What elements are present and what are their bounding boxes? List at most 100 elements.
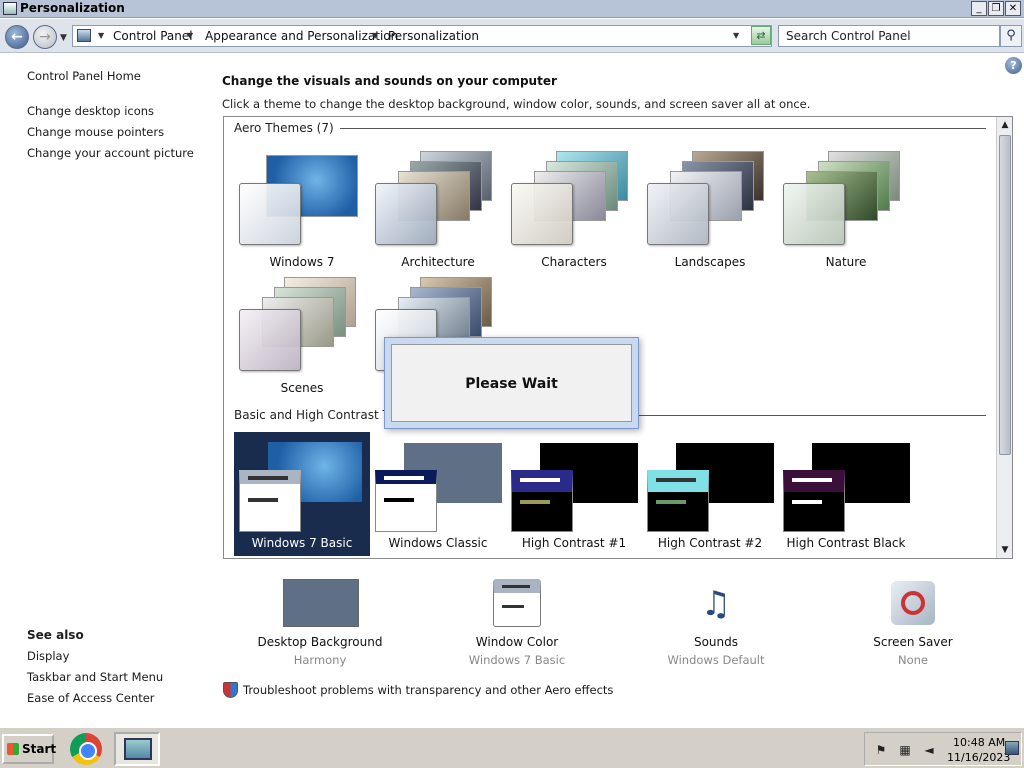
change-mouse-pointers-link[interactable]: Change mouse pointers bbox=[27, 125, 164, 139]
theme-windows-7-basic[interactable]: Windows 7 Basic bbox=[234, 432, 370, 556]
theme-characters[interactable]: Characters bbox=[506, 151, 642, 275]
search-input[interactable]: Search Control Panel bbox=[778, 25, 1000, 47]
show-desktop-button[interactable] bbox=[1005, 741, 1019, 755]
close-button[interactable]: ✕ bbox=[1005, 1, 1021, 16]
address-dropdown-icon[interactable]: ▼ bbox=[733, 31, 739, 40]
page-title: Change the visuals and sounds on your co… bbox=[222, 74, 557, 88]
window-color-option[interactable]: Window Color Windows 7 Basic bbox=[432, 577, 602, 673]
group-divider bbox=[324, 128, 986, 129]
taskbar-start-menu-link[interactable]: Taskbar and Start Menu bbox=[27, 670, 163, 684]
swatch-bar bbox=[384, 476, 424, 480]
taskbar: Start ⚑ ▦ ◄ 10:48 AM 11/16/2023 bbox=[0, 726, 1024, 768]
refresh-button[interactable]: ⇄ bbox=[751, 26, 771, 45]
sounds-option[interactable]: ♫ Sounds Windows Default bbox=[631, 577, 801, 673]
change-desktop-icons-link[interactable]: Change desktop icons bbox=[27, 104, 154, 118]
swatch-bar bbox=[520, 500, 550, 504]
scroll-up-icon[interactable]: ▲ bbox=[997, 117, 1012, 133]
theme-high-contrast-black[interactable]: High Contrast Black bbox=[778, 432, 914, 556]
chrome-icon[interactable] bbox=[70, 733, 102, 765]
scroll-down-icon[interactable]: ▼ bbox=[997, 542, 1012, 558]
option-label: Sounds bbox=[693, 635, 739, 649]
search-button[interactable]: ⚲ bbox=[1000, 25, 1022, 47]
theme-nature[interactable]: Nature bbox=[778, 151, 914, 275]
theme-glass-swatch bbox=[647, 183, 709, 245]
theme-architecture[interactable]: Architecture bbox=[370, 151, 506, 275]
theme-window-swatch bbox=[783, 470, 845, 532]
control-panel-icon bbox=[77, 29, 91, 42]
troubleshoot-aero-link[interactable]: Troubleshoot problems with transparency … bbox=[243, 683, 613, 697]
screen-saver-icon bbox=[891, 581, 935, 625]
theme-high-contrast-2[interactable]: High Contrast #2 bbox=[642, 432, 778, 556]
theme-windows-7[interactable]: Windows 7 bbox=[234, 151, 370, 275]
chevron-down-icon[interactable]: ▼ bbox=[372, 31, 378, 40]
forward-arrow-icon: → bbox=[39, 29, 51, 45]
theme-label: Windows 7 Basic bbox=[251, 536, 353, 550]
minimize-button[interactable]: _ bbox=[971, 1, 987, 16]
address-bar[interactable]: ▼ Control Panel ▼ Appearance and Persona… bbox=[72, 25, 772, 47]
theme-windows-classic[interactable]: Windows Classic bbox=[370, 432, 506, 556]
recent-pages-dropdown[interactable]: ▼ bbox=[60, 33, 67, 43]
option-value: Windows 7 Basic bbox=[468, 653, 566, 667]
taskbar-control-panel[interactable] bbox=[114, 732, 160, 766]
swatch-bar bbox=[792, 478, 832, 482]
restore-button[interactable]: ❐ bbox=[988, 1, 1004, 16]
network-icon[interactable]: ▦ bbox=[897, 742, 913, 758]
swatch-bar bbox=[656, 478, 696, 482]
theme-label: Architecture bbox=[401, 255, 475, 269]
display-link[interactable]: Display bbox=[27, 649, 69, 663]
theme-glass-swatch bbox=[239, 183, 301, 245]
swatch-bar bbox=[248, 476, 288, 480]
swatch-bar bbox=[248, 498, 278, 502]
ease-of-access-link[interactable]: Ease of Access Center bbox=[27, 691, 155, 705]
please-wait-dialog: Please Wait bbox=[384, 337, 639, 429]
breadcrumb-control-panel[interactable]: Control Panel bbox=[113, 29, 193, 43]
desktop-background-option[interactable]: Desktop Background Harmony bbox=[235, 577, 405, 673]
control-panel-home-link[interactable]: Control Panel Home bbox=[27, 69, 141, 83]
back-arrow-icon: ← bbox=[11, 29, 23, 45]
clock-date[interactable]: 11/16/2023 bbox=[947, 751, 1010, 764]
option-label: Screen Saver bbox=[873, 635, 953, 649]
theme-label: Windows 7 bbox=[269, 255, 335, 269]
theme-glass-swatch bbox=[783, 183, 845, 245]
swatch-bar bbox=[656, 500, 686, 504]
breadcrumb-appearance[interactable]: Appearance and Personalization bbox=[205, 29, 398, 43]
sounds-icon: ♫ bbox=[700, 584, 732, 624]
screen-saver-option[interactable]: Screen Saver None bbox=[828, 577, 998, 673]
speaker-icon[interactable]: ◄ bbox=[921, 742, 937, 758]
theme-window-swatch bbox=[239, 470, 301, 532]
title-bar: Personalization _ ❐ ✕ bbox=[0, 0, 1024, 18]
theme-window-swatch bbox=[511, 470, 573, 532]
theme-glass-swatch bbox=[511, 183, 573, 245]
theme-label: Landscapes bbox=[674, 255, 746, 269]
theme-high-contrast-1[interactable]: High Contrast #1 bbox=[506, 432, 642, 556]
back-button[interactable]: ← bbox=[5, 25, 29, 49]
theme-label: Windows Classic bbox=[388, 536, 488, 550]
see-also-heading: See also bbox=[27, 628, 84, 642]
navigation-bar: ← → ▼ ▼ Control Panel ▼ Appearance and P… bbox=[0, 19, 1024, 53]
swatch-bar bbox=[502, 605, 524, 608]
option-value: Windows Default bbox=[667, 653, 765, 667]
swatch-bar bbox=[792, 500, 822, 504]
window-title: Personalization bbox=[20, 1, 125, 15]
shield-icon bbox=[223, 682, 238, 698]
help-icon[interactable]: ? bbox=[1005, 57, 1022, 74]
action-center-icon[interactable]: ⚑ bbox=[873, 742, 889, 758]
chevron-down-icon[interactable]: ▼ bbox=[98, 31, 104, 40]
clock-time[interactable]: 10:48 AM bbox=[953, 736, 1005, 749]
change-account-picture-link[interactable]: Change your account picture bbox=[27, 146, 194, 160]
scroll-thumb[interactable] bbox=[999, 135, 1011, 455]
theme-landscapes[interactable]: Landscapes bbox=[642, 151, 778, 275]
theme-glass-swatch bbox=[375, 183, 437, 245]
option-label: Window Color bbox=[475, 635, 559, 649]
theme-label: Nature bbox=[825, 255, 867, 269]
theme-label: High Contrast Black bbox=[786, 536, 906, 550]
swatch-bar bbox=[384, 498, 414, 502]
theme-label: Scenes bbox=[280, 381, 324, 395]
theme-list-scrollbar[interactable]: ▲ ▼ bbox=[996, 117, 1012, 558]
breadcrumb-personalization[interactable]: Personalization bbox=[388, 29, 479, 43]
theme-scenes[interactable]: Scenes bbox=[234, 277, 370, 401]
desktop-background-swatch bbox=[283, 579, 359, 627]
forward-button[interactable]: → bbox=[33, 25, 57, 49]
chevron-down-icon[interactable]: ▼ bbox=[187, 31, 193, 40]
start-button[interactable]: Start bbox=[2, 734, 56, 764]
